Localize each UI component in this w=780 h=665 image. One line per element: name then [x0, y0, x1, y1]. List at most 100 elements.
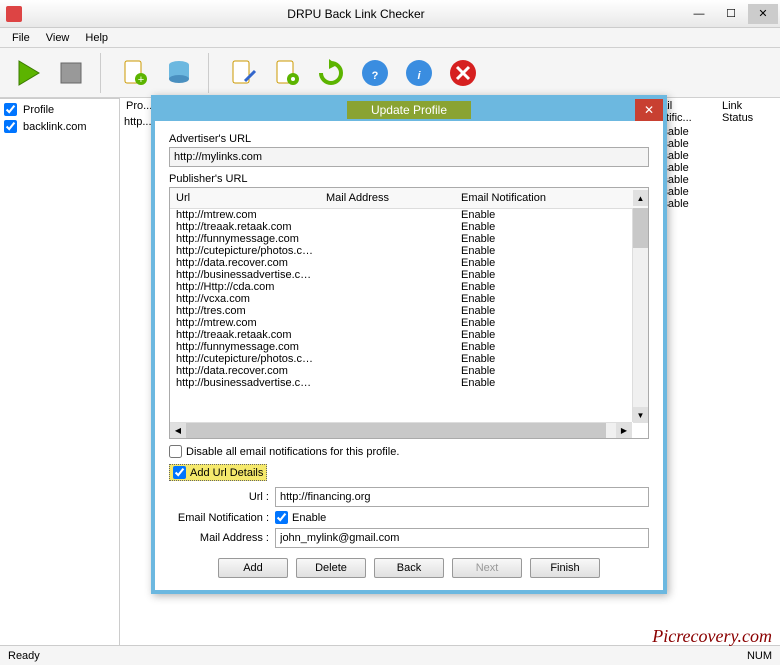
bg-col-link-status: Link Status — [716, 98, 776, 126]
profile-item-label[interactable]: backlink.com — [23, 121, 87, 133]
maximize-button[interactable]: ☐ — [716, 4, 746, 24]
advertiser-url-input[interactable] — [169, 147, 649, 167]
profile-header-checkbox[interactable] — [4, 103, 17, 116]
pub-row-url: http://vcxa.com — [170, 293, 320, 305]
pub-header-url[interactable]: Url — [170, 190, 320, 206]
form-enable-checkbox[interactable] — [275, 511, 288, 524]
scroll-thumb-v[interactable] — [633, 208, 648, 248]
pub-row-url: http://businessadvertise.com — [170, 269, 320, 281]
publisher-row[interactable]: http://Http://cda.comEnable — [170, 281, 648, 293]
pub-row-url: http://treaak.retaak.com — [170, 221, 320, 233]
pub-row-url: http://tres.com — [170, 305, 320, 317]
disable-all-checkbox[interactable] — [169, 445, 182, 458]
pub-row-enable: Enable — [455, 209, 648, 221]
pub-row-mail — [320, 353, 455, 365]
publisher-row[interactable]: http://tres.com Enable — [170, 305, 648, 317]
advertiser-url-label: Advertiser's URL — [169, 133, 649, 145]
publisher-row[interactable]: http://funnymessage.comEnable — [170, 233, 648, 245]
pub-row-enable: Enable — [455, 257, 648, 269]
add-button[interactable]: Add — [218, 558, 288, 578]
publisher-row[interactable]: http://mtrew.comEnable — [170, 209, 648, 221]
finish-button[interactable]: Finish — [530, 558, 600, 578]
pub-row-mail — [320, 377, 455, 389]
pub-row-mail — [320, 341, 455, 353]
pub-row-mail — [320, 269, 455, 281]
svg-text:+: + — [138, 74, 144, 86]
publisher-row[interactable]: http://cutepicture/photos.comEnable — [170, 353, 648, 365]
publisher-row[interactable]: http://data.recover.comEnable — [170, 365, 648, 377]
scroll-right-arrow[interactable]: ▶ — [616, 423, 632, 438]
pub-row-mail — [320, 257, 455, 269]
publisher-row[interactable]: http://mtrew.comEnable — [170, 317, 648, 329]
settings-profile-button[interactable] — [266, 52, 308, 94]
stop-button[interactable] — [50, 52, 92, 94]
horizontal-scrollbar[interactable]: ◀ ▶ — [170, 422, 632, 438]
publisher-row[interactable]: http://businessadvertise.comEnable — [170, 377, 648, 389]
publisher-row[interactable]: http://treaak.retaak.com Enable — [170, 221, 648, 233]
publisher-row[interactable]: http://funnymessage.comEnable — [170, 341, 648, 353]
app-icon — [6, 6, 22, 22]
info-button[interactable]: i — [398, 52, 440, 94]
pub-row-url: http://Http://cda.com — [170, 281, 320, 293]
pub-header-email-notif[interactable]: Email Notification — [455, 190, 648, 206]
form-url-label: Url : — [169, 491, 269, 503]
publisher-list: Url Mail Address Email Notification http… — [169, 187, 649, 439]
back-button[interactable]: Back — [374, 558, 444, 578]
menu-help[interactable]: Help — [77, 30, 116, 46]
publisher-row[interactable]: http://data.recover.com Enable — [170, 257, 648, 269]
pub-row-mail — [320, 209, 455, 221]
scroll-up-arrow[interactable]: ▲ — [633, 190, 648, 206]
window-title: DRPU Back Link Checker — [28, 7, 684, 21]
status-right: NUM — [747, 650, 772, 662]
pub-row-mail — [320, 281, 455, 293]
close-button[interactable]: ✕ — [748, 4, 778, 24]
pub-row-mail — [320, 365, 455, 377]
menu-view[interactable]: View — [38, 30, 78, 46]
pub-row-mail — [320, 245, 455, 257]
edit-profile-button[interactable] — [222, 52, 264, 94]
scroll-left-arrow[interactable]: ◀ — [170, 423, 186, 438]
pub-row-enable: Enable — [455, 305, 648, 317]
cancel-action-button[interactable] — [442, 52, 484, 94]
dialog-close-button[interactable]: ✕ — [635, 99, 663, 121]
delete-button[interactable]: Delete — [296, 558, 366, 578]
next-button[interactable]: Next — [452, 558, 522, 578]
publisher-row[interactable]: http://treaak.retaak.comEnable — [170, 329, 648, 341]
form-mail-label: Mail Address : — [169, 532, 269, 544]
profile-list-pane: Profile backlink.com — [0, 99, 120, 645]
watermark: Picrecovery.com — [652, 626, 772, 647]
pub-row-mail — [320, 293, 455, 305]
pub-row-enable: Enable — [455, 377, 648, 389]
title-bar: DRPU Back Link Checker — ☐ ✕ — [0, 0, 780, 28]
publisher-row[interactable]: http://businessadvertise.comEnable — [170, 269, 648, 281]
database-button[interactable] — [158, 52, 200, 94]
pub-row-url: http://cutepicture/photos.com — [170, 353, 320, 365]
scroll-thumb-h[interactable] — [186, 423, 606, 438]
publisher-url-label: Publisher's URL — [169, 173, 649, 185]
play-button[interactable] — [6, 52, 48, 94]
pub-header-mail[interactable]: Mail Address — [320, 190, 455, 206]
add-url-details-checkbox[interactable] — [173, 466, 186, 479]
pub-row-enable: Enable — [455, 329, 648, 341]
profile-item-checkbox[interactable] — [4, 120, 17, 133]
refresh-button[interactable] — [310, 52, 352, 94]
scroll-down-arrow[interactable]: ▼ — [633, 407, 648, 423]
publisher-row[interactable]: http://cutepicture/photos.comEnable — [170, 245, 648, 257]
pub-row-url: http://data.recover.com — [170, 257, 320, 269]
pub-row-mail — [320, 329, 455, 341]
menu-file[interactable]: File — [4, 30, 38, 46]
dialog-title-bar[interactable]: Update Profile ✕ — [155, 99, 663, 121]
help-button[interactable]: ? — [354, 52, 396, 94]
minimize-button[interactable]: — — [684, 4, 714, 24]
form-url-input[interactable] — [275, 487, 649, 507]
pub-row-url: http://data.recover.com — [170, 365, 320, 377]
form-mail-input[interactable] — [275, 528, 649, 548]
new-profile-button[interactable]: + — [114, 52, 156, 94]
status-bar: Ready NUM — [0, 645, 780, 665]
vertical-scrollbar[interactable]: ▲ ▼ — [632, 208, 648, 422]
pub-row-url: http://mtrew.com — [170, 317, 320, 329]
pub-row-enable: Enable — [455, 221, 648, 233]
publisher-row[interactable]: http://vcxa.comEnable — [170, 293, 648, 305]
pub-row-mail — [320, 221, 455, 233]
status-left: Ready — [8, 650, 40, 662]
